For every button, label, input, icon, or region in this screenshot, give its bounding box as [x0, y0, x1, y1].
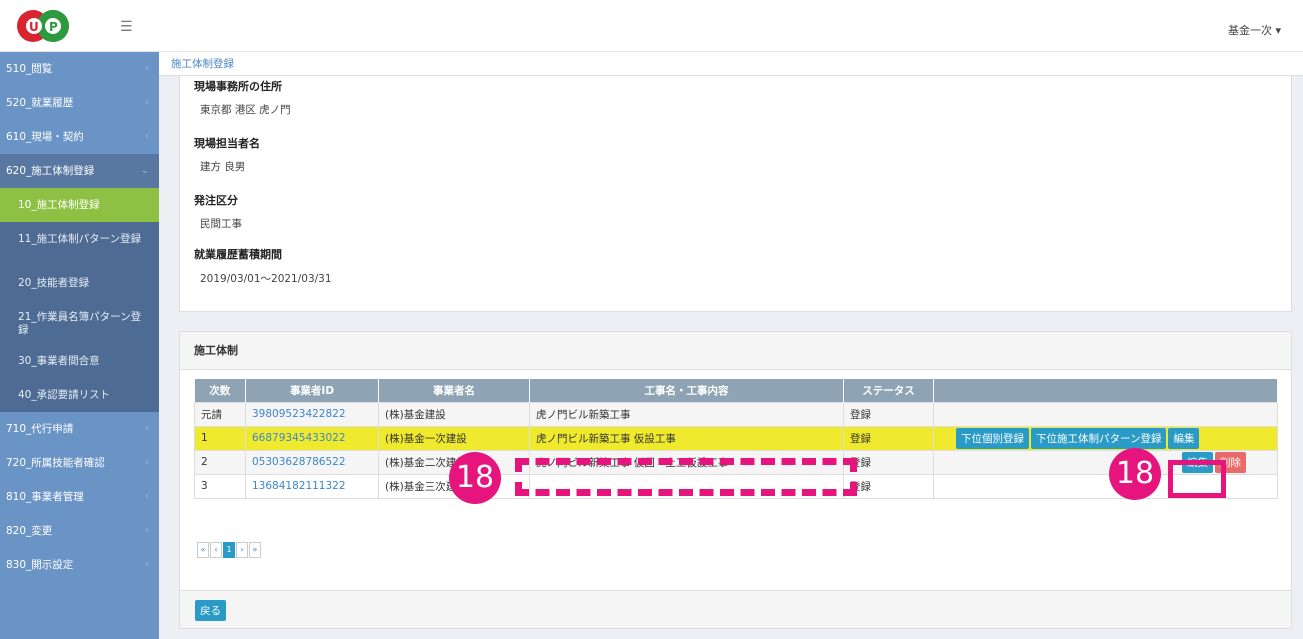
- chevron-left-icon: ‹: [145, 491, 149, 502]
- panel-title: 施工体制: [180, 332, 1291, 370]
- business-name-cell: (株)基金建設: [378, 401, 530, 427]
- business-name-cell: (株)基金一次建設: [378, 425, 530, 451]
- chevron-left-icon: ‹: [145, 525, 149, 536]
- sidebar-item-830[interactable]: 830_開示設定 ‹: [0, 548, 159, 582]
- sidebar-subitem-21[interactable]: 21_作業員名簿パターン登録: [0, 300, 159, 344]
- hamburger-menu-icon[interactable]: ☰: [120, 19, 133, 35]
- sidebar-item-520[interactable]: 520_就業履歴 ‹: [0, 86, 159, 120]
- sidebar-item-810[interactable]: 810_事業者管理 ‹: [0, 480, 159, 514]
- edit-button[interactable]: 編集: [1168, 427, 1200, 449]
- prev-page-button[interactable]: ‹: [210, 542, 222, 558]
- sidebar-item-label: 520_就業履歴: [6, 97, 74, 109]
- level-cell: 1: [194, 425, 246, 451]
- back-button[interactable]: 戻る: [195, 600, 226, 621]
- manager-value: 建方 良男: [200, 161, 246, 173]
- sidebar-subitem-10[interactable]: 10_施工体制登録: [0, 188, 159, 222]
- chevron-left-icon: ‹: [145, 559, 149, 570]
- order-type-label: 発注区分: [194, 194, 238, 207]
- last-page-button[interactable]: »: [249, 542, 261, 558]
- table-header-row: 次数 事業者ID 事業者名 工事名・工事内容 ステータス: [194, 379, 1278, 402]
- chevron-left-icon: ‹: [145, 131, 149, 142]
- sidebar-item-610[interactable]: 610_現場・契約 ‹: [0, 120, 159, 154]
- page-1-button[interactable]: 1: [223, 542, 235, 558]
- chevron-down-icon: ⌄: [140, 165, 149, 176]
- order-type-value: 民間工事: [200, 218, 242, 230]
- sidebar-subitem-40[interactable]: 40_承認要請リスト: [0, 378, 159, 412]
- address-label: 現場事務所の住所: [194, 80, 282, 93]
- pagination: « ‹ 1 › »: [197, 542, 262, 558]
- first-page-button[interactable]: «: [197, 542, 209, 558]
- sidebar-subitem-30[interactable]: 30_事業者間合意: [0, 344, 159, 378]
- sidebar-submenu: 10_施工体制登録 11_施工体制パターン登録 20_技能者登録 21_作業員名…: [0, 188, 159, 412]
- level-cell: 3: [194, 473, 246, 499]
- sidebar-subitem-20[interactable]: 20_技能者登録: [0, 266, 159, 300]
- column-header: 工事名・工事内容: [529, 379, 844, 402]
- highlight-dashed-box: [515, 458, 857, 496]
- sidebar-item-510[interactable]: 510_閲覧 ‹: [0, 52, 159, 86]
- table-row: 1 66879345433022 (株)基金一次建設 虎ノ門ビル新築工事 仮設工…: [194, 425, 1278, 451]
- column-header: 次数: [194, 379, 246, 402]
- sidebar-item-label: 720_所属技能者確認: [6, 457, 105, 469]
- sidebar-item-label: 820_変更: [6, 525, 53, 537]
- status-cell: 登録: [843, 425, 934, 451]
- user-menu[interactable]: 基金一次 ▾: [1228, 22, 1281, 38]
- sub-register-button[interactable]: 下位個別登録: [956, 427, 1029, 449]
- period-value: 2019/03/01〜2021/03/31: [200, 273, 332, 285]
- sidebar-item-label: 710_代行申請: [6, 423, 74, 435]
- column-header[interactable]: 事業者ID: [245, 379, 379, 402]
- sidebar-item-label: 810_事業者管理: [6, 491, 84, 503]
- step-badge-right: 18: [1109, 448, 1161, 500]
- sidebar-item-label: 830_開示設定: [6, 559, 74, 571]
- business-id-link[interactable]: 39809523422822: [252, 408, 346, 420]
- next-page-button[interactable]: ›: [236, 542, 248, 558]
- site-info-panel: 現場事務所の住所 東京都 港区 虎ノ門 現場担当者名 建方 良男 発注区分 民間…: [179, 76, 1292, 312]
- status-cell: 登録: [843, 401, 934, 427]
- sub-pattern-register-button[interactable]: 下位施工体制パターン登録: [1031, 427, 1167, 449]
- highlight-solid-box: [1168, 460, 1226, 498]
- business-id-link[interactable]: 13684182111322: [252, 480, 346, 492]
- status-cell: 登録: [843, 473, 934, 499]
- sidebar-item-label: 510_閲覧: [6, 63, 53, 75]
- panel-footer: 戻る: [180, 590, 1291, 628]
- column-header: [933, 379, 1278, 402]
- work-name-cell: 虎ノ門ビル新築工事 仮設工事: [529, 425, 844, 451]
- level-cell: 2: [194, 449, 246, 475]
- chevron-left-icon: ‹: [145, 457, 149, 468]
- ucp-logo[interactable]: U P: [16, 9, 90, 43]
- step-badge-left: 18: [449, 452, 501, 504]
- sidebar-item-820[interactable]: 820_変更 ‹: [0, 514, 159, 548]
- sidebar-subitem-11[interactable]: 11_施工体制パターン登録: [0, 222, 159, 266]
- actions-cell: 下位個別登録 下位施工体制パターン登録 編集: [933, 425, 1278, 451]
- status-cell: 登録: [843, 449, 934, 475]
- business-id-link[interactable]: 66879345433022: [252, 432, 346, 444]
- sidebar-item-label: 620_施工体制登録: [6, 165, 95, 177]
- sidebar-item-720[interactable]: 720_所属技能者確認 ‹: [0, 446, 159, 480]
- actions-cell: [933, 401, 1278, 427]
- address-value: 東京都 港区 虎ノ門: [200, 104, 291, 116]
- chevron-left-icon: ‹: [145, 63, 149, 74]
- sidebar-item-710[interactable]: 710_代行申請 ‹: [0, 412, 159, 446]
- level-cell: 元請: [194, 401, 246, 427]
- chevron-left-icon: ‹: [145, 97, 149, 108]
- column-header: ステータス: [843, 379, 934, 402]
- business-id-link[interactable]: 05303628786522: [252, 456, 346, 468]
- top-header: U P ☰ 基金一次 ▾: [0, 0, 1303, 52]
- column-header: 事業者名: [378, 379, 530, 402]
- table-row: 元請 39809523422822 (株)基金建設 虎ノ門ビル新築工事 登録: [194, 401, 1278, 427]
- sidebar-item-label: 610_現場・契約: [6, 131, 84, 143]
- period-label: 就業履歴蓄積期間: [194, 248, 282, 261]
- manager-label: 現場担当者名: [194, 137, 260, 150]
- work-name-cell: 虎ノ門ビル新築工事: [529, 401, 844, 427]
- chevron-left-icon: ‹: [145, 423, 149, 434]
- sidebar-item-620[interactable]: 620_施工体制登録 ⌄: [0, 154, 159, 188]
- breadcrumb[interactable]: 施工体制登録: [159, 52, 1303, 76]
- svg-text:U: U: [29, 20, 39, 34]
- svg-text:P: P: [49, 20, 58, 34]
- sidebar: 510_閲覧 ‹ 520_就業履歴 ‹ 610_現場・契約 ‹ 620_施工体制登録 ⌄…: [0, 52, 159, 639]
